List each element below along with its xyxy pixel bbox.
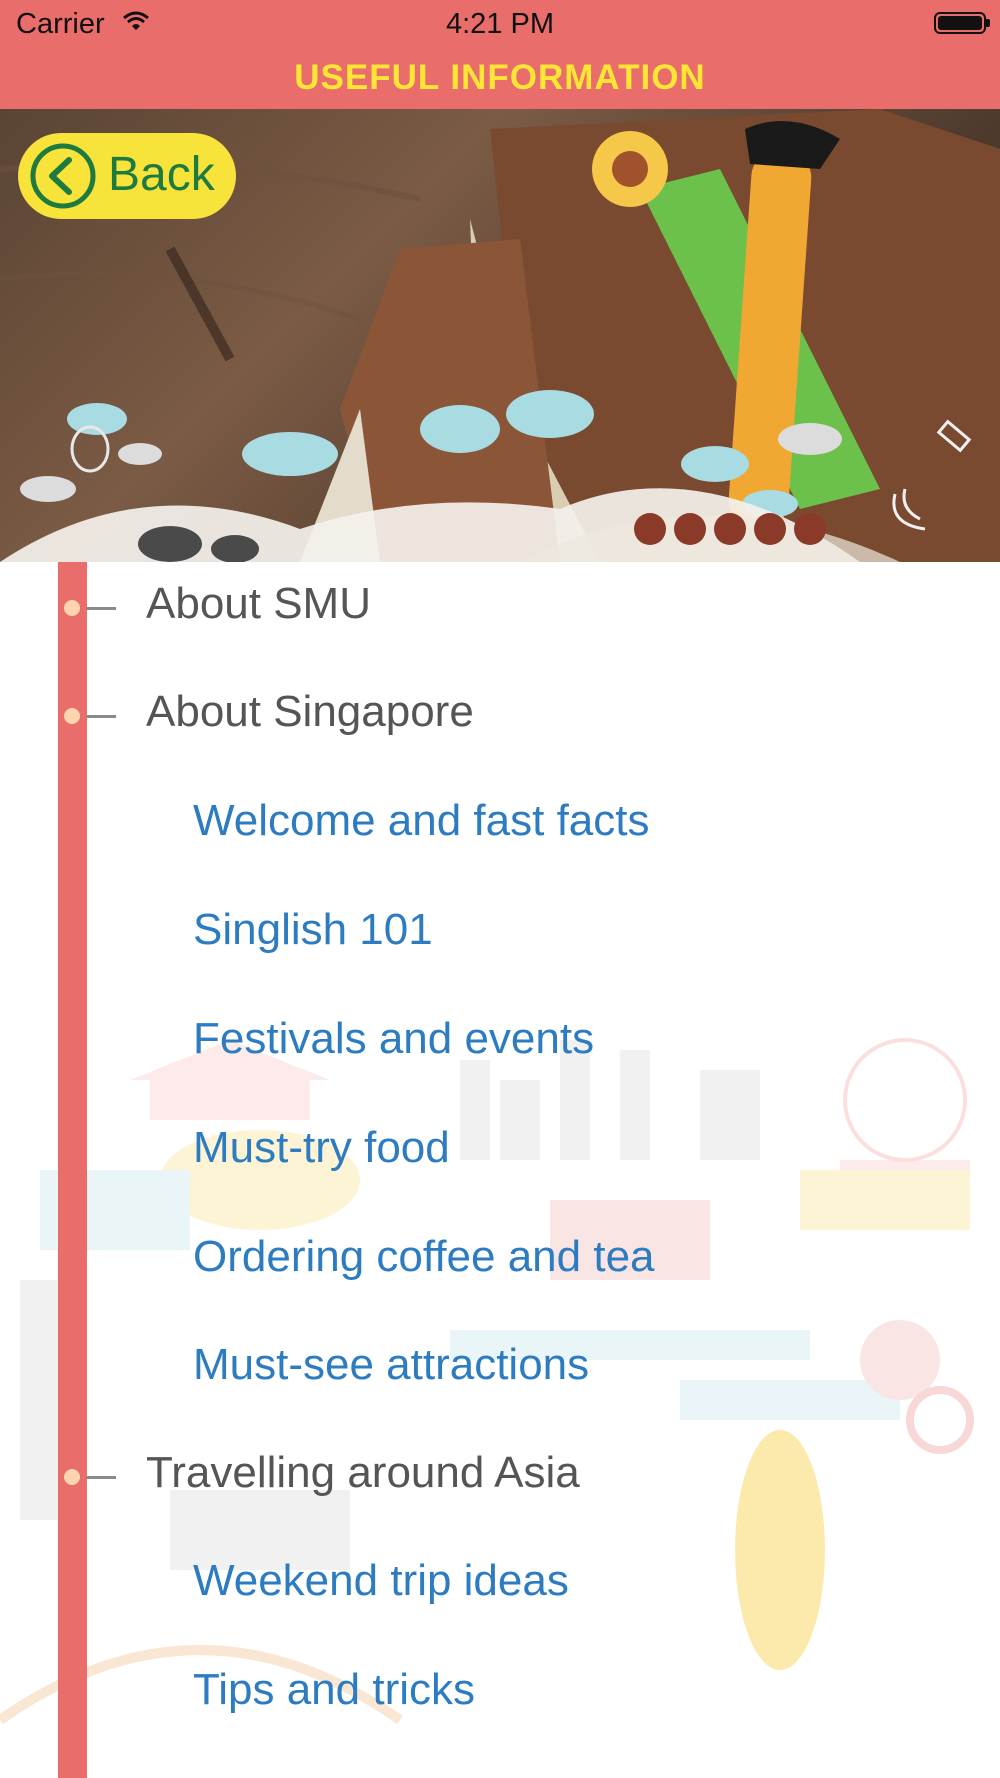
- status-bar: Carrier 4:21 PM: [0, 0, 1000, 50]
- menu-item-label: Must-try food: [193, 1123, 450, 1172]
- menu-item-label: About SMU: [146, 579, 371, 628]
- timeline-dash: [86, 1476, 116, 1479]
- menu-item-must-see-attractions[interactable]: Must-see attractions: [0, 1323, 1000, 1419]
- menu-item-label: About Singapore: [146, 687, 474, 736]
- chevron-left-icon: [30, 143, 96, 209]
- timeline-dot: [64, 1469, 80, 1485]
- menu-item-about-singapore[interactable]: About Singapore: [0, 670, 1000, 766]
- menu-item-label: Travelling around Asia: [146, 1448, 580, 1497]
- page-title: USEFUL INFORMATION: [294, 58, 706, 97]
- clock-label: 4:21 PM: [446, 8, 554, 40]
- menu-item-ordering-coffee-and-tea[interactable]: Ordering coffee and tea: [0, 1215, 1000, 1311]
- menu-item-about-smu[interactable]: About SMU: [0, 562, 1000, 658]
- battery-icon: [934, 12, 990, 34]
- timeline-dot: [64, 708, 80, 724]
- timeline-dash: [86, 715, 116, 718]
- menu-item-label: Festivals and events: [193, 1014, 595, 1063]
- menu-item-label: Weekend trip ideas: [193, 1556, 569, 1605]
- menu-item-festivals-and-events[interactable]: Festivals and events: [0, 997, 1000, 1093]
- menu-item-singlish-101[interactable]: Singlish 101: [0, 888, 1000, 984]
- timeline-dash: [86, 607, 116, 610]
- nav-bar: USEFUL INFORMATION: [0, 50, 1000, 109]
- menu-item-weekend-trip-ideas[interactable]: Weekend trip ideas: [0, 1539, 1000, 1635]
- menu-item-tips-and-tricks[interactable]: Tips and tricks: [0, 1648, 1000, 1744]
- hero-banner: Back: [0, 109, 1000, 562]
- menu-item-label: Tips and tricks: [193, 1665, 476, 1714]
- menu-item-label: Ordering coffee and tea: [193, 1232, 655, 1281]
- menu-item-label: Singlish 101: [193, 905, 433, 954]
- menu-item-must-try-food[interactable]: Must-try food: [0, 1106, 1000, 1202]
- back-button-label: Back: [108, 148, 215, 201]
- menu-item-label: Must-see attractions: [193, 1340, 590, 1389]
- menu-item-label: Welcome and fast facts: [193, 796, 650, 845]
- menu-item-welcome-and-fast-facts[interactable]: Welcome and fast facts: [0, 779, 1000, 875]
- menu-item-travelling-around-asia[interactable]: Travelling around Asia: [0, 1431, 1000, 1527]
- timeline-dot: [64, 600, 80, 616]
- back-button[interactable]: Back: [18, 133, 236, 219]
